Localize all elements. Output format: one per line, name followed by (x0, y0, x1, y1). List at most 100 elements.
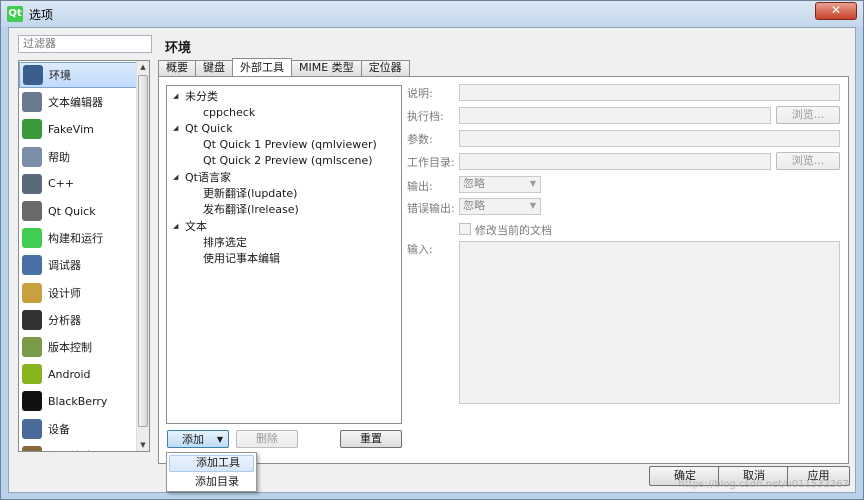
sidebar-item-label: 调试器 (48, 259, 81, 273)
sidebar-item[interactable]: 设备 (19, 416, 137, 442)
filter-input[interactable] (18, 35, 152, 53)
expand-arrow-icon[interactable]: ◢ (173, 222, 185, 230)
sidebar-item-label: 设计师 (48, 286, 81, 300)
tab[interactable]: 键盘 (195, 60, 233, 76)
menu-add-directory[interactable]: 添加目录 (169, 474, 254, 491)
sidebar-item-label: BlackBerry (48, 394, 108, 408)
tree-item[interactable]: Qt Quick 1 Preview (qmlviewer) (203, 137, 377, 153)
sidebar-item-label: 环境 (49, 69, 71, 82)
tree-item[interactable]: 发布翻译(lrelease) (203, 201, 299, 217)
tools-tree[interactable]: ◢ 未分类 cppcheck ◢ Qt Quick Qt Quick 1 Preview … (166, 85, 402, 424)
tree-item[interactable]: cppcheck (203, 104, 255, 120)
tree-item-label: Qt Quick 1 Preview (qmlviewer) (203, 138, 377, 152)
reset-button[interactable]: 重置 (340, 430, 402, 448)
sidebar-item[interactable]: 文本编辑器 (19, 89, 137, 115)
title-bar: Qt 选项 ✕ (1, 1, 863, 27)
sidebar-item[interactable]: 设计师 (19, 280, 137, 306)
tab[interactable]: 外部工具 (232, 58, 292, 76)
tree-category[interactable]: ◢ 未分类 (173, 88, 218, 104)
executable-label: 执行档: (407, 110, 444, 123)
tree-item[interactable]: 使用记事本编辑 (203, 250, 280, 266)
add-button-label: 添加 (182, 432, 204, 446)
remove-button[interactable]: 删除 (236, 430, 298, 448)
debugger-icon (22, 255, 42, 276)
expand-arrow-icon[interactable]: ◢ (173, 92, 185, 100)
tree-category[interactable]: ◢ Qt Quick (173, 120, 233, 136)
tree-category[interactable]: ◢ Qt语言家 (173, 169, 231, 185)
dialog-client: 代码粘贴 设备 BlackBerry Android 版本控制 分析器 设计师 调试器 构建和运… (8, 27, 856, 493)
description-label: 说明: (407, 87, 433, 100)
menu-add-tool[interactable]: 添加工具 (169, 455, 254, 472)
output-label: 输出: (407, 180, 433, 193)
sidebar-item-label: FakeVim (48, 122, 94, 136)
modify-doc-label: 修改当前的文档 (475, 224, 552, 237)
expand-arrow-icon[interactable]: ◢ (173, 124, 185, 132)
tree-item[interactable]: Qt Quick 2 Preview (qmlscene) (203, 153, 373, 169)
sidebar-item[interactable]: 帮助 (19, 144, 137, 170)
error-output-select-value: 忽略 (463, 199, 485, 212)
sidebar-item-label: 文本编辑器 (48, 96, 103, 110)
sidebar-item[interactable]: BlackBerry (19, 388, 137, 414)
sidebar-item[interactable]: C++ (19, 171, 137, 197)
add-button[interactable]: 添加 ▼ (167, 430, 229, 448)
input-label: 输入: (407, 243, 433, 256)
add-dropdown-menu: 添加工具 添加目录 (166, 452, 257, 492)
browse-executable-button[interactable]: 浏览... (776, 106, 840, 124)
arguments-label: 参数: (407, 133, 433, 146)
sidebar-item[interactable]: 构建和运行 (19, 225, 137, 251)
tab[interactable]: MIME 类型 (291, 60, 362, 76)
tree-item-label: Qt Quick (185, 121, 233, 135)
designer-icon (22, 282, 42, 303)
cpp-icon (22, 173, 42, 194)
external-tools-pane: ◢ 未分类 cppcheck ◢ Qt Quick Qt Quick 1 Preview … (158, 76, 849, 464)
sidebar-item-label: 分析器 (48, 313, 81, 327)
sidebar-item-label: 版本控制 (48, 341, 92, 354)
description-field[interactable] (459, 84, 840, 101)
tree-item-label: cppcheck (203, 105, 256, 119)
android-icon (22, 364, 42, 385)
tree-item[interactable]: 排序选定 (203, 234, 247, 250)
environment-icon (23, 65, 43, 85)
page-title: 环境 (165, 41, 192, 56)
category-list: 代码粘贴 设备 BlackBerry Android 版本控制 分析器 设计师 调试器 构建和运… (18, 60, 150, 452)
tree-item-label: Qt Quick 2 Preview (qmlscene) (203, 154, 373, 168)
sidebar-item[interactable]: 环境 (19, 62, 137, 88)
sidebar-item-label: 构建和运行 (48, 232, 103, 246)
error-output-select[interactable]: 忽略 ▼ (459, 198, 541, 215)
output-select[interactable]: 忽略 ▼ (459, 176, 541, 193)
options-window: Qt 选项 ✕ 代码粘贴 设备 BlackBerry Android 版本控制 分析器 设计… (0, 0, 864, 500)
sidebar-item[interactable]: 代码粘贴 (19, 443, 137, 451)
browse-working-dir-button[interactable]: 浏览... (776, 152, 840, 170)
working-dir-label: 工作目录: (407, 156, 455, 169)
working-dir-field[interactable] (459, 153, 771, 170)
executable-field[interactable] (459, 107, 771, 124)
tree-item-label: 使用记事本编辑 (203, 252, 280, 265)
sidebar-item[interactable]: Android (19, 361, 137, 387)
sidebar-item[interactable]: 分析器 (19, 307, 137, 333)
devices-icon (22, 418, 42, 439)
close-icon[interactable]: ✕ (815, 2, 857, 20)
input-textarea[interactable] (459, 241, 840, 404)
scroll-down-icon[interactable]: ▼ (137, 439, 149, 451)
sidebar-item[interactable]: FakeVim (19, 116, 137, 142)
tree-category[interactable]: ◢ 文本 (173, 218, 207, 234)
tree-item-label: 未分类 (185, 90, 218, 103)
tab[interactable]: 定位器 (360, 60, 410, 76)
chevron-down-icon: ▼ (529, 179, 536, 188)
version-control-icon (22, 337, 42, 357)
tree-item-label: 发布翻译(lrelease) (203, 203, 299, 217)
sidebar-item-label: Android (48, 367, 91, 381)
tab[interactable]: 概要 (158, 60, 196, 76)
sidebar-item[interactable]: 调试器 (19, 252, 137, 278)
arguments-field[interactable] (459, 130, 840, 147)
scroll-thumb[interactable] (138, 75, 148, 427)
scroll-up-icon[interactable]: ▲ (137, 61, 149, 73)
tree-item[interactable]: 更新翻译(lupdate) (203, 185, 297, 201)
category-scrollbar[interactable]: ▲ ▼ (136, 61, 149, 451)
text-editor-icon (22, 92, 42, 113)
sidebar-item[interactable]: Qt Quick (19, 198, 137, 224)
help-icon (22, 146, 42, 167)
expand-arrow-icon[interactable]: ◢ (173, 173, 185, 181)
sidebar-item[interactable]: 版本控制 (19, 334, 137, 360)
modify-doc-checkbox[interactable] (459, 223, 471, 235)
